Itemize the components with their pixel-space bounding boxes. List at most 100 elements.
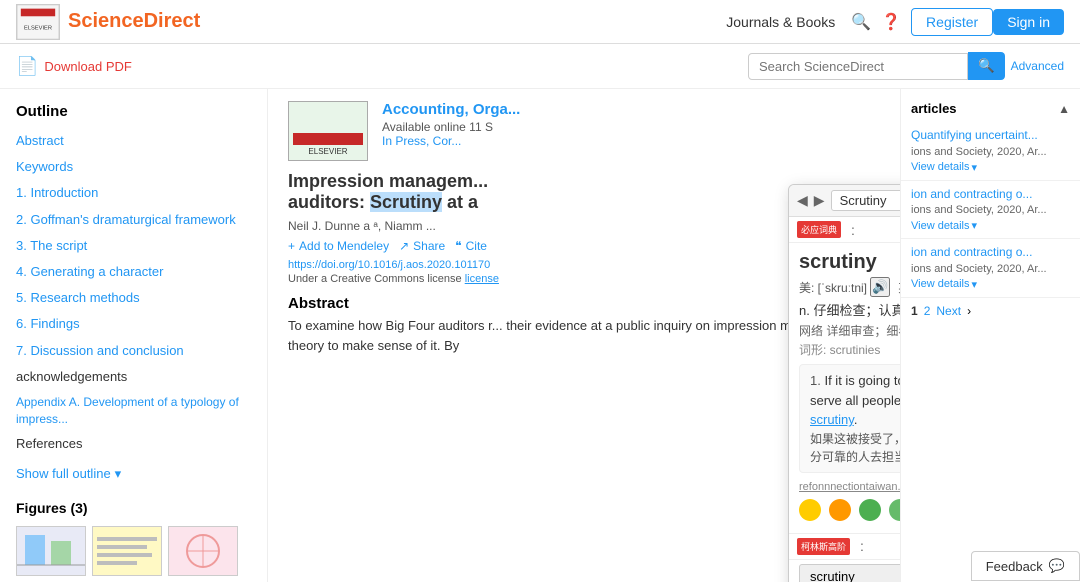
right-panel-title: articles ▲ (901, 97, 1080, 122)
dict-source1-logo: 必应词典 (797, 221, 841, 238)
header: ELSEVIER ScienceDirect Journals & Books … (0, 0, 1080, 44)
share-button[interactable]: ↗ Share (399, 239, 445, 253)
dict-body1: scrutiny 美: [ˈskruːtni] 🔊 英: [ˈskruːtni]… (789, 243, 900, 533)
page-1[interactable]: 1 (911, 304, 918, 318)
right-item-title-2[interactable]: ion and contracting o... (911, 245, 1070, 261)
search-submit-button[interactable]: 🔍 (968, 52, 1005, 80)
dict-example-block: 1. If it is going to be accepted, the tr… (799, 364, 900, 473)
advanced-search-link[interactable]: Advanced (1011, 59, 1064, 73)
dict-ex-link: refonnnectiontaiwan.tv (799, 479, 900, 493)
header-icons: 🔍 ❓ (851, 12, 901, 32)
dict-speaker-us[interactable]: 🔊 (870, 277, 890, 297)
search-bar: 🔍 Advanced (748, 52, 1064, 80)
pdf-icon: 📄 (16, 56, 38, 77)
dict-source-link[interactable]: refonnnectiontaiwan.tv (799, 481, 900, 493)
sidebar-item-character[interactable]: 4. Generating a character (0, 259, 267, 285)
dict-word2-select[interactable]: scrutiny (799, 564, 900, 582)
sidebar-item-findings[interactable]: 6. Findings (0, 311, 267, 337)
search-input[interactable] (748, 53, 968, 80)
figure-thumb-2[interactable] (92, 526, 162, 576)
dict-source1-bar: 必应词典 : (789, 217, 900, 243)
sidebar-item-research[interactable]: 5. Research methods (0, 285, 267, 311)
dict-source2-logo: 柯林斯高阶 (797, 538, 850, 555)
right-panel-collapse-button[interactable]: ▲ (1058, 102, 1070, 116)
sidebar-item-keywords[interactable]: Keywords (0, 154, 267, 180)
help-icon[interactable]: ❓ (881, 12, 901, 32)
main-content: Outline Abstract Keywords 1. Introductio… (0, 89, 1080, 582)
page-2[interactable]: 2 (924, 304, 931, 318)
dict-back-button[interactable]: ◀ (797, 192, 808, 209)
right-item-title-0[interactable]: Quantifying uncertaint... (911, 128, 1070, 144)
svg-text:ELSEVIER: ELSEVIER (24, 25, 52, 31)
sidebar-item-script[interactable]: 3. The script (0, 233, 267, 259)
dict-def-cn: n. 仔细检查；认真彻底的审查 (799, 300, 900, 319)
add-mendeley-button[interactable]: + Add to Mendeley (288, 239, 389, 253)
color-dot-light-green[interactable] (889, 499, 900, 521)
logo-area: ELSEVIER ScienceDirect (16, 4, 200, 40)
dict-example-zh: 如果这被接受了，那麼真相均公平的去服务所有人，并且会有十分可靠的人去担当审查职务… (810, 430, 900, 466)
cite-button[interactable]: ❝ Cite (455, 239, 487, 253)
right-item-meta-1: ions and Society, 2020, Ar... (911, 204, 1070, 216)
next-button[interactable]: Next (936, 304, 961, 318)
chevron-down-icon-1: ▾ (972, 219, 978, 232)
dict-source1-more[interactable]: : (851, 222, 855, 238)
figure-thumb-3[interactable] (168, 526, 238, 576)
feedback-button[interactable]: Feedback 💬 (971, 551, 1080, 581)
elsevier-logo: ELSEVIER (16, 4, 60, 40)
dict-source2-bar: 柯林斯高阶 : (789, 533, 900, 560)
journals-books-link[interactable]: Journals & Books (726, 14, 835, 30)
view-details-0[interactable]: View details ▾ (911, 161, 1070, 174)
next-arrow: › (967, 304, 971, 318)
in-press-link[interactable]: In Press, Cor... (382, 134, 461, 148)
color-dot-yellow[interactable] (799, 499, 821, 521)
feedback-icon: 💬 (1049, 558, 1065, 574)
search-icon[interactable]: 🔍 (851, 12, 871, 32)
chevron-down-icon-2: ▾ (972, 278, 978, 291)
pagination: 1 2 Next › (901, 298, 1080, 324)
show-full-outline[interactable]: Show full outline ▾ (0, 458, 267, 490)
right-item-1: ion and contracting o... ions and Societ… (901, 181, 1080, 240)
journal-logo: ELSEVIER (288, 101, 368, 161)
journal-meta: Available online 11 S In Press, Cor... (382, 120, 520, 148)
dict-phonetic: 美: [ˈskruːtni] 🔊 英: [ˈskruːtni] 🔊 (799, 277, 900, 297)
sidebar: Outline Abstract Keywords 1. Introductio… (0, 89, 268, 582)
right-item-2: ion and contracting o... ions and Societ… (901, 239, 1080, 298)
right-item-meta-2: ions and Society, 2020, Ar... (911, 263, 1070, 275)
journal-name[interactable]: Accounting, Orga... (382, 101, 520, 118)
download-pdf-button[interactable]: 📄 Download PDF (16, 56, 132, 77)
figures-title: Figures (3) (0, 490, 267, 522)
sidebar-item-goffman[interactable]: 2. Goffman's dramaturgical framework (0, 207, 267, 233)
sidebar-item-appendix[interactable]: Appendix A. Development of a typology of… (0, 390, 267, 432)
right-item-title-1[interactable]: ion and contracting o... (911, 187, 1070, 203)
sidebar-item-discussion[interactable]: 7. Discussion and conclusion (0, 338, 267, 364)
color-dot-orange[interactable] (829, 499, 851, 521)
add-icon: + (288, 239, 295, 253)
dict-forward-button[interactable]: ▶ (814, 192, 825, 209)
license-link[interactable]: license (465, 273, 499, 285)
journal-header: ELSEVIER Accounting, Orga... Available o… (288, 101, 880, 161)
color-dot-green[interactable] (859, 499, 881, 521)
journal-info: Accounting, Orga... Available online 11 … (382, 101, 520, 148)
scrutiny-link[interactable]: scrutiny (810, 412, 854, 427)
view-details-2[interactable]: View details ▾ (911, 278, 1070, 291)
signin-button[interactable]: Sign in (993, 9, 1064, 35)
dict-net-cn: 网络 详细审查；细看；监视 (799, 322, 900, 339)
sidebar-item-introduction[interactable]: 1. Introduction (0, 180, 267, 206)
article-area: ELSEVIER Accounting, Orga... Available o… (268, 89, 900, 582)
outline-title: Outline (0, 99, 267, 128)
dict-source2-more[interactable]: : (860, 538, 864, 554)
figures-row (0, 522, 267, 580)
logo-text: ScienceDirect (68, 10, 200, 33)
dict-word2-container: scrutiny (789, 560, 900, 582)
right-item-0: Quantifying uncertaint... ions and Socie… (901, 122, 1080, 181)
right-panel: articles ▲ Quantifying uncertaint... ion… (900, 89, 1080, 582)
dict-word: scrutiny (799, 251, 900, 274)
view-details-1[interactable]: View details ▾ (911, 219, 1070, 232)
figure-thumb-1[interactable] (16, 526, 86, 576)
sidebar-item-ack[interactable]: acknowledgements (0, 364, 267, 390)
sidebar-item-abstract[interactable]: Abstract (0, 128, 267, 154)
sidebar-item-references[interactable]: References (0, 431, 267, 457)
register-button[interactable]: Register (911, 8, 993, 36)
dictionary-popup: ◀ ▶ Scrutiny 🔍 ♡ ▦ 📌 ✕ 必应词典 : scrutiny (788, 184, 900, 582)
chevron-down-icon-0: ▾ (972, 161, 978, 174)
